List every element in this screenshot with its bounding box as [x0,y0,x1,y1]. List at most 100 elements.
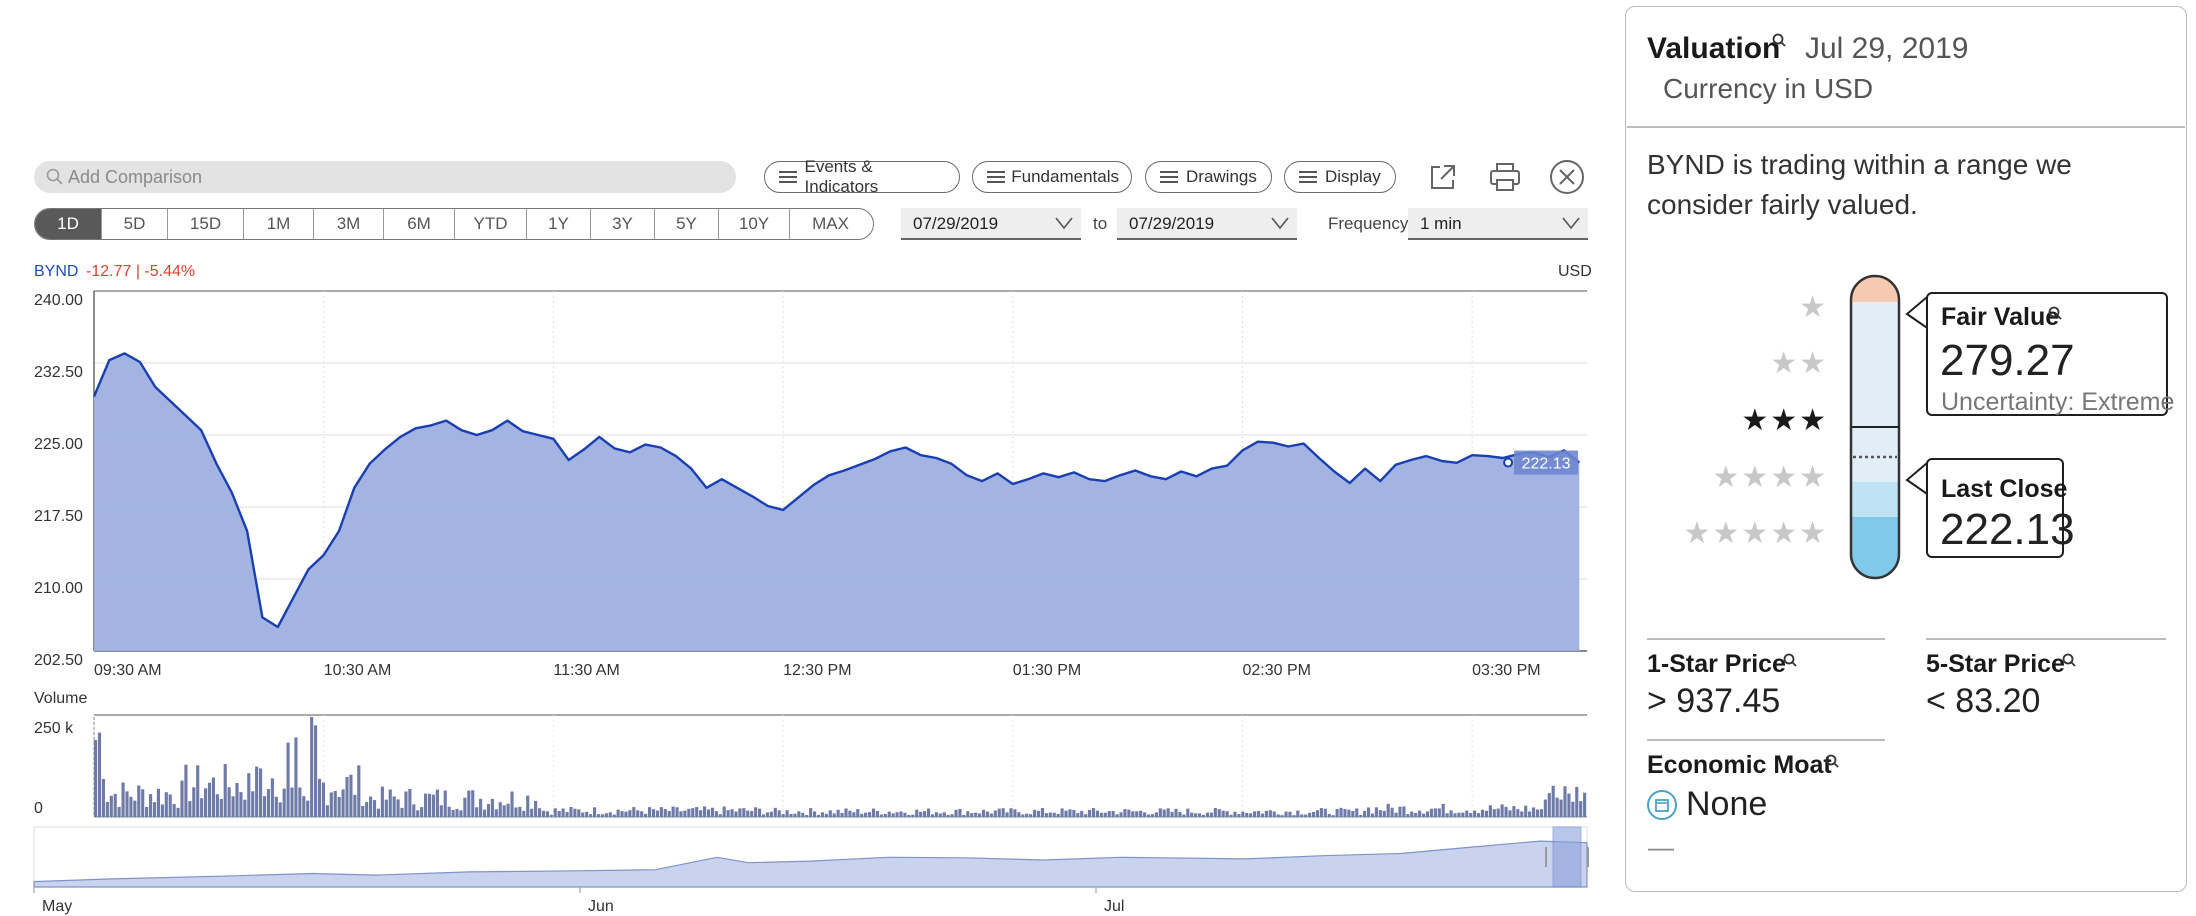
volume-bar [1256,810,1261,817]
volume-bar [671,806,675,817]
volume-bar [1579,801,1583,817]
close-icon[interactable] [1548,158,1586,196]
volume-bar [337,797,341,817]
y-tick-label: 202.50 [34,652,83,669]
volume-bar [172,803,176,817]
volume-bar [1469,813,1473,817]
volume-bar [868,812,872,817]
search-icon[interactable] [2047,305,2063,321]
volume-bar [1504,806,1508,817]
search-icon[interactable] [1782,652,1798,668]
range-1d[interactable]: 1D [35,209,101,239]
divider [1926,638,2166,640]
volume-bar [1091,808,1096,817]
add-comparison-input[interactable]: Add Comparison [34,161,736,193]
volume-bar [164,792,168,817]
range-6m[interactable]: 6M [383,209,454,239]
range-3m[interactable]: 3M [313,209,383,239]
volume-bar [848,810,852,817]
volume-bar [380,786,384,817]
volume-bar [1268,810,1272,817]
range-5d[interactable]: 5D [101,209,167,239]
x-tick-label: 09:30 AM [94,662,162,679]
range-1y[interactable]: 1Y [526,209,590,239]
valuation-description: BYND is trading within a range we consid… [1647,149,2072,220]
uncertainty-value: Uncertainty: Extreme [1941,388,2175,416]
volume-bar [1520,811,1524,817]
chevron-down-icon [1271,217,1289,230]
volume-bar [459,810,463,817]
volume-bar [1535,809,1540,817]
volume-bar [211,777,215,817]
end-date-field[interactable]: 07/29/2019 [1117,208,1297,240]
volume-bar [761,814,766,817]
economic-moat-value: None [1686,785,1768,823]
volume-bar [467,790,471,817]
display-button[interactable]: Display [1284,161,1396,193]
volume-bar [494,809,498,817]
volume-bar [938,813,942,817]
volume-bar [1213,807,1217,817]
external-link-icon[interactable] [1424,158,1462,196]
volume-bar [1095,810,1100,817]
range-5y[interactable]: 5Y [654,209,718,239]
volume-bar [978,813,982,817]
volume-bar [1182,814,1186,817]
volume-bar [926,808,931,817]
volume-bar [687,808,691,817]
volume-bar [1421,813,1426,817]
volume-bar [1323,808,1327,817]
star-rating-2: ★★ [1770,347,1828,380]
one-star-price-value: > 937.45 [1647,682,1781,720]
volume-bar [149,794,153,817]
volume-bar [310,717,314,817]
volume-bar [691,808,695,817]
volume-bar [530,808,534,817]
range-ytd[interactable]: YTD [454,209,526,239]
volume-bar [1315,810,1320,817]
volume-bar [188,801,192,817]
volume-bar [919,811,923,817]
fundamentals-button[interactable]: Fundamentals [972,161,1132,193]
volume-bar [620,811,624,817]
range-max[interactable]: MAX [789,209,871,239]
volume-bar [408,788,412,817]
volume-bar [498,802,502,817]
volume-bar [1068,809,1072,817]
volume-bar [455,808,459,817]
print-icon[interactable] [1486,158,1524,196]
volume-tick-label: 250 k [34,720,74,737]
volume-bar [1115,814,1119,817]
x-tick-label: 01:30 PM [1013,662,1081,679]
frequency-select[interactable]: 1 min [1408,208,1588,240]
volume-bar [1280,815,1284,817]
range-1m[interactable]: 1M [243,209,313,239]
volume-bar [176,807,180,817]
navigator-chart[interactable]: May Jun Jul [0,825,1600,915]
volume-bar [600,814,604,817]
volume-bar [251,791,255,817]
volume-bar [1449,810,1453,817]
volume-bar [679,811,683,817]
drawings-button[interactable]: Drawings [1145,161,1272,193]
volume-bar [109,795,113,817]
five-star-price-value: < 83.20 [1926,682,2041,720]
volume-bar [1539,809,1543,817]
events-indicators-button[interactable]: Events & Indicators [764,157,960,196]
search-icon[interactable] [1771,32,1787,48]
volume-bar [1484,810,1488,817]
range-3y[interactable]: 3Y [590,209,654,239]
range-10y[interactable]: 10Y [718,209,789,239]
volume-bar [1476,813,1481,817]
range-15d[interactable]: 15D [167,209,243,239]
volume-bar [372,800,377,817]
volume-bar [695,807,699,817]
volume-bar [907,814,911,817]
start-date-field[interactable]: 07/29/2019 [901,208,1081,240]
search-icon[interactable] [1824,753,1840,769]
price-chart[interactable]: 240.00 232.50 225.00 217.50 210.00 202.50 09:3… [0,285,1600,685]
volume-bar [443,790,447,817]
volume-bar [160,804,164,817]
volume-bar [1465,810,1469,817]
search-icon[interactable] [2061,652,2077,668]
